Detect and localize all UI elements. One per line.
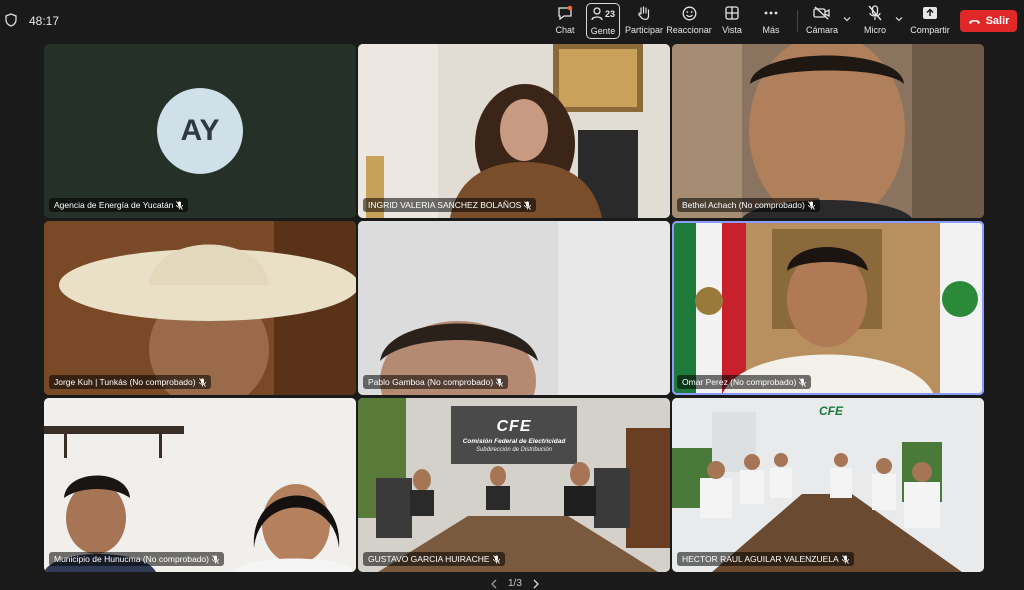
video-tile[interactable]: Municipio de Hunucma (No comprobado): [44, 398, 356, 572]
participant-name: HECTOR RAUL AGUILAR VALENZUELA: [682, 554, 839, 564]
mic-muted-icon: [799, 377, 807, 387]
mic-label: Micro: [864, 25, 886, 35]
grid-view-icon: [725, 6, 739, 20]
participant-nametag: GUSTAVO GARCIA HUIRACHE: [363, 552, 505, 566]
participant-name: Jorge Kuh | Tunkás (No comprobado): [54, 377, 196, 387]
video-tile[interactable]: Pablo Gamboa (No comprobado): [358, 221, 670, 395]
meeting-toolbar: 48:17 Chat 23 Gente Participar Reacciona…: [0, 0, 1024, 42]
mic-muted-icon: [176, 200, 184, 210]
react-button[interactable]: Reaccionar: [666, 3, 712, 39]
video-tile-active-speaker[interactable]: Omar Perez (No comprobado): [672, 221, 984, 395]
cfe-wall-logo: CFE: [819, 404, 843, 418]
participant-nametag: HECTOR RAUL AGUILAR VALENZUELA: [677, 552, 854, 566]
participant-name: Municipio de Hunucma (No comprobado): [54, 554, 209, 564]
share-label: Compartir: [910, 25, 950, 35]
share-icon: [923, 7, 937, 19]
more-label: Más: [762, 25, 780, 35]
camera-button[interactable]: Cámara: [806, 3, 838, 39]
people-label: Gente: [590, 26, 616, 36]
meeting-timer: 48:17: [29, 14, 60, 28]
chat-label: Chat: [555, 25, 575, 35]
people-button[interactable]: 23 Gente: [586, 3, 620, 39]
people-icon: [591, 7, 603, 21]
chevron-left-icon[interactable]: [490, 579, 498, 589]
cfe-line1: Comisión Federal de Electricidad: [462, 437, 566, 445]
participant-nametag: Bethel Achach (No comprobado): [677, 198, 820, 212]
video-tile[interactable]: AY Agencia de Energía de Yucatán: [44, 44, 356, 218]
participant-name: Bethel Achach (No comprobado): [682, 200, 805, 210]
gallery-pager: 1/3: [490, 578, 540, 589]
video-feed: [672, 398, 984, 572]
cfe-banner-text: CFE Comisión Federal de Electricidad Sub…: [451, 406, 577, 464]
people-count: 23: [604, 9, 615, 19]
mic-muted-icon: [524, 200, 532, 210]
video-feed: [358, 221, 670, 395]
participant-name: Agencia de Energía de Yucatán: [54, 200, 174, 210]
participant-name: INGRID VALERIA SANCHEZ BOLAÑOS: [368, 200, 522, 210]
video-feed: [44, 398, 356, 572]
mic-muted-icon: [807, 200, 815, 210]
raise-hand-button[interactable]: Participar: [624, 3, 664, 39]
shield-icon[interactable]: [5, 13, 17, 27]
video-tile[interactable]: CFE HECTOR RAUL AGUILAR VALENZUELA: [672, 398, 984, 572]
page-indicator: 1/3: [508, 578, 522, 589]
more-button[interactable]: Más: [759, 3, 783, 39]
mic-muted-icon: [841, 554, 849, 564]
chat-icon: [558, 5, 573, 21]
participant-name: GUSTAVO GARCIA HUIRACHE: [368, 554, 490, 564]
leave-label: Salir: [985, 15, 1010, 27]
camera-off-icon: [813, 6, 830, 20]
video-tile[interactable]: INGRID VALERIA SANCHEZ BOLAÑOS: [358, 44, 670, 218]
video-feed: [358, 44, 670, 218]
video-tile[interactable]: Bethel Achach (No comprobado): [672, 44, 984, 218]
mic-options-chevron-icon[interactable]: [894, 14, 904, 24]
video-tile[interactable]: Jorge Kuh | Tunkás (No comprobado): [44, 221, 356, 395]
mic-muted-icon: [492, 554, 500, 564]
chat-button[interactable]: Chat: [552, 3, 578, 39]
mic-off-icon: [868, 5, 882, 21]
smile-icon: [682, 6, 696, 20]
toolbar-divider: [797, 10, 798, 32]
mic-button[interactable]: Micro: [862, 3, 888, 39]
participant-nametag: Municipio de Hunucma (No comprobado): [49, 552, 224, 566]
participant-nametag: Pablo Gamboa (No comprobado): [363, 375, 509, 389]
video-feed: [672, 44, 984, 218]
video-feed: [672, 221, 984, 395]
react-label: Reaccionar: [666, 25, 712, 35]
participant-nametag: Omar Perez (No comprobado): [677, 375, 812, 389]
cfe-line2: Subdirección de Distribución: [475, 446, 553, 453]
more-icon: [764, 11, 778, 15]
camera-options-chevron-icon[interactable]: [842, 14, 852, 24]
participant-nametag: Jorge Kuh | Tunkás (No comprobado): [49, 375, 211, 389]
view-button[interactable]: Vista: [720, 3, 744, 39]
participant-name: Pablo Gamboa (No comprobado): [368, 377, 494, 387]
share-button[interactable]: Compartir: [910, 3, 950, 39]
phone-hangup-icon: [968, 19, 980, 24]
mic-muted-icon: [212, 554, 219, 564]
leave-button[interactable]: Salir: [960, 10, 1017, 32]
mic-muted-icon: [496, 377, 504, 387]
chevron-right-icon[interactable]: [532, 579, 540, 589]
view-label: Vista: [722, 25, 742, 35]
mic-muted-icon: [198, 377, 206, 387]
video-feed: [44, 221, 356, 395]
participant-nametag: INGRID VALERIA SANCHEZ BOLAÑOS: [363, 198, 537, 212]
camera-label: Cámara: [806, 25, 839, 35]
cfe-logo: CFE: [496, 417, 532, 435]
participate-label: Participar: [624, 25, 663, 35]
participant-nametag: Agencia de Energía de Yucatán: [49, 198, 189, 212]
avatar: AY: [157, 88, 243, 174]
hand-icon: [638, 6, 650, 20]
video-tile[interactable]: CFE Comisión Federal de Electricidad Sub…: [358, 398, 670, 572]
participant-name: Omar Perez (No comprobado): [682, 377, 797, 387]
